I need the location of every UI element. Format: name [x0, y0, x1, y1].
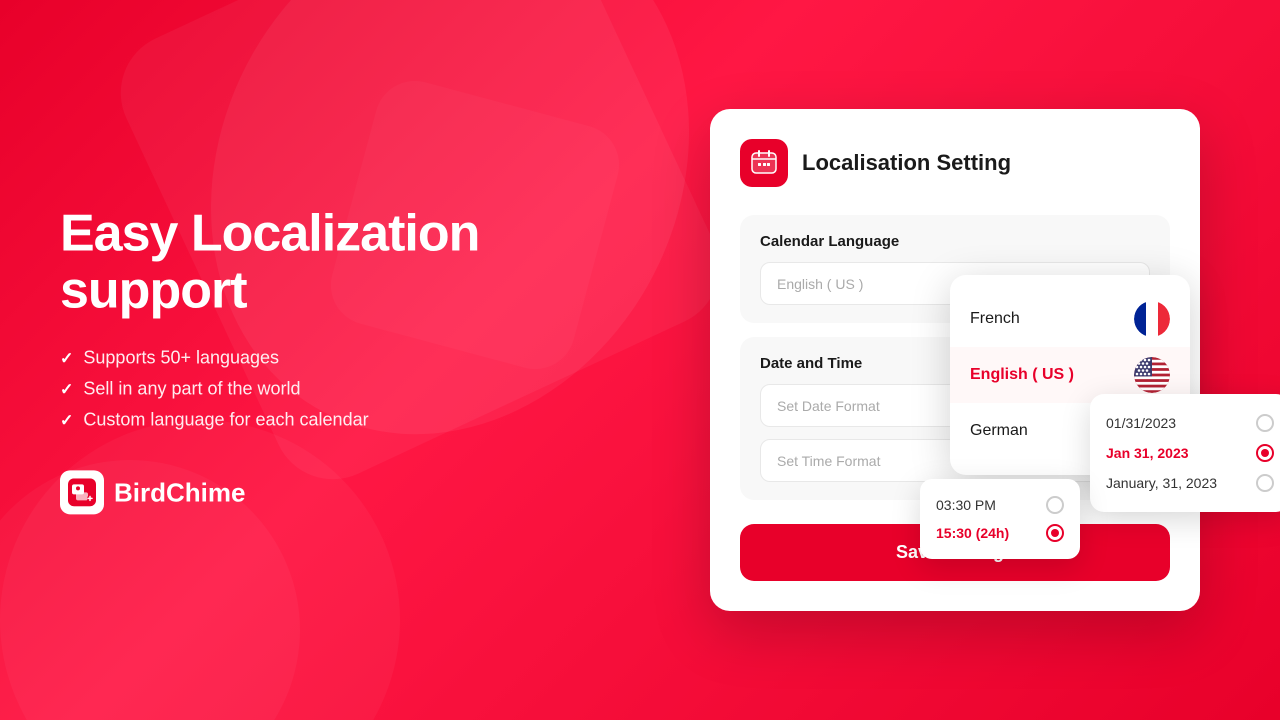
main-heading: Easy Localization support — [60, 205, 500, 319]
calendar-icon — [750, 149, 778, 177]
main-card: Localisation Setting Calendar Language E… — [710, 109, 1200, 611]
card-header: Localisation Setting — [740, 139, 1170, 187]
check-icon-2: ✓ — [60, 379, 73, 399]
time-value-1: 03:30 PM — [936, 497, 996, 513]
check-icon-3: ✓ — [60, 410, 73, 430]
brand-logo-icon — [68, 479, 96, 507]
time-option-1[interactable]: 03:30 PM — [936, 491, 1064, 519]
feature-list: ✓ Supports 50+ languages ✓ Sell in any p… — [60, 348, 500, 431]
date-format-dropdown: 01/31/2023 Jan 31, 2023 January, 31, 202… — [1090, 394, 1280, 512]
header-icon — [740, 139, 788, 187]
date-radio-1[interactable] — [1256, 414, 1274, 432]
lang-name-german: German — [970, 422, 1028, 440]
brand: BirdChime — [60, 471, 500, 515]
date-radio-3[interactable] — [1256, 474, 1274, 492]
time-radio-2[interactable] — [1046, 524, 1064, 542]
check-icon-1: ✓ — [60, 348, 73, 368]
feature-item-2: ✓ Sell in any part of the world — [60, 379, 500, 400]
time-value-2: 15:30 (24h) — [936, 525, 1009, 541]
flag-us — [1134, 357, 1170, 393]
time-format-dropdown: 03:30 PM 15:30 (24h) — [920, 479, 1080, 559]
date-value-1: 01/31/2023 — [1106, 415, 1176, 431]
language-label: Calendar Language — [760, 233, 1150, 250]
feature-item-1: ✓ Supports 50+ languages — [60, 348, 500, 369]
date-option-1[interactable]: 01/31/2023 — [1106, 408, 1274, 438]
language-value: English ( US ) — [777, 276, 863, 292]
time-option-2[interactable]: 15:30 (24h) — [936, 519, 1064, 547]
time-format-value: Set Time Format — [777, 453, 880, 469]
lang-name-english: English ( US ) — [970, 366, 1074, 384]
date-value-2: Jan 31, 2023 — [1106, 445, 1189, 461]
date-format-value: Set Date Format — [777, 398, 880, 414]
left-panel: Easy Localization support ✓ Supports 50+… — [60, 205, 500, 514]
lang-item-french[interactable]: French — [950, 291, 1190, 347]
date-option-2[interactable]: Jan 31, 2023 — [1106, 438, 1274, 468]
card-title: Localisation Setting — [802, 150, 1011, 176]
date-radio-2[interactable] — [1256, 444, 1274, 462]
language-section: Calendar Language English ( US ) ▾ Frenc… — [740, 215, 1170, 323]
flag-french — [1134, 301, 1170, 337]
date-option-3[interactable]: January, 31, 2023 — [1106, 468, 1274, 498]
time-radio-1[interactable] — [1046, 496, 1064, 514]
feature-item-3: ✓ Custom language for each calendar — [60, 410, 500, 431]
brand-name: BirdChime — [114, 477, 245, 508]
brand-logo — [60, 471, 104, 515]
lang-name-french: French — [970, 310, 1020, 328]
date-value-3: January, 31, 2023 — [1106, 475, 1217, 491]
